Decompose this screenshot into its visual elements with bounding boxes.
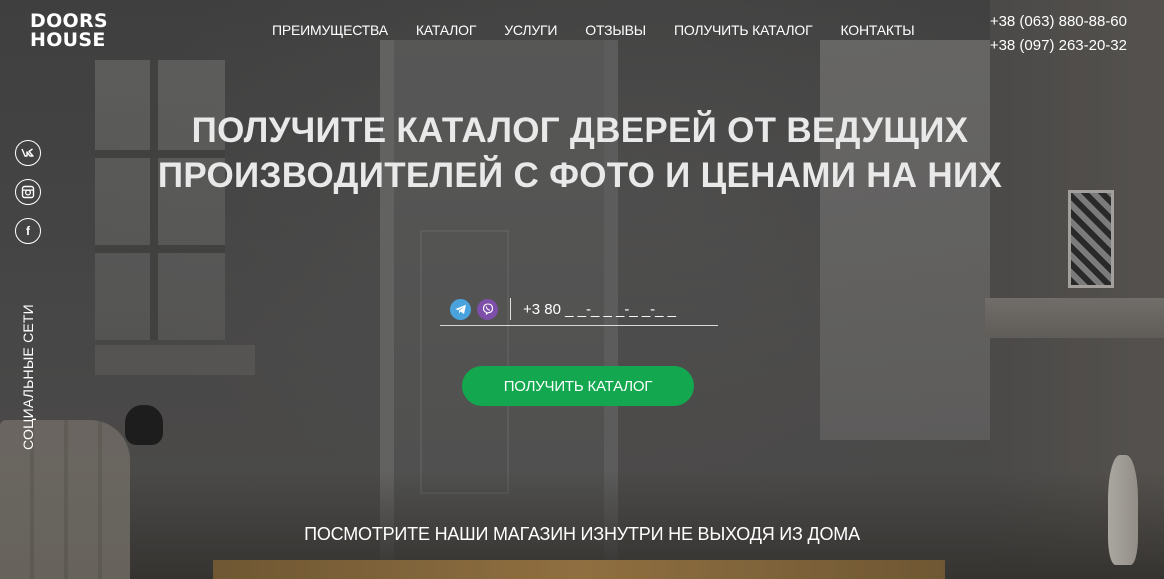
background-window-mullion [150,60,158,340]
viber-icon-glyph [482,303,493,315]
telegram-icon[interactable] [450,298,471,320]
nav-item-services[interactable]: УСЛУГИ [504,22,557,38]
background-bottom-strip [213,560,945,579]
page-title: ПОЛУЧИТЕ КАТАЛОГ ДВЕРЕЙ ОТ ВЕДУЩИХ ПРОИЗ… [130,108,1030,198]
background-vase [125,405,163,445]
facebook-icon[interactable]: f [15,218,41,244]
nav-item-reviews[interactable]: ОТЗЫВЫ [585,22,646,38]
background-overlay [0,0,1164,579]
divider [510,298,511,320]
telegram-icon-glyph [455,304,466,314]
main-nav: ПРЕИМУЩЕСТВА КАТАЛОГ УСЛУГИ ОТЗЫВЫ ПОЛУЧ… [272,22,942,38]
background-window-left [95,60,225,340]
nav-item-advantages[interactable]: ПРЕИМУЩЕСТВА [272,22,388,38]
background-window-right [820,40,990,440]
logo[interactable]: DOORS HOUSE [30,12,108,50]
header-phones: +38 (063) 880-88-60 +38 (097) 263-20-32 [990,10,1127,58]
background-counter [95,345,255,375]
nav-item-contacts[interactable]: КОНТАКТЫ [840,22,914,38]
background-shelf [985,298,1164,338]
phone-link[interactable]: +38 (063) 880-88-60 [990,10,1127,34]
background-door-panel [420,230,509,494]
catalog-request-form [440,293,718,326]
phone-input[interactable] [523,300,703,318]
section-subheading: ПОСМОТРИТЕ НАШИ МАГАЗИН ИЗНУТРИ НЕ ВЫХОД… [304,524,860,544]
viber-icon[interactable] [477,298,498,320]
headline-line: ПРОИЗВОДИТЕЛЕЙ С ФОТО И ЦЕНАМИ НА НИХ [157,156,1003,195]
logo-line: HOUSE [30,29,106,51]
social-links: f [15,140,41,244]
headline-line: ПОЛУЧИТЕ КАТАЛОГ ДВЕРЕЙ ОТ ВЕДУЩИХ [191,111,969,150]
facebook-icon-glyph: f [26,224,30,238]
social-label: СОЦИАЛЬНЫЕ СЕТИ [20,304,36,450]
instagram-icon[interactable] [15,179,41,205]
background-picture-frame [1068,190,1114,288]
background-wall [990,0,1164,579]
background-vase [1108,455,1138,565]
phone-link[interactable]: +38 (097) 263-20-32 [990,34,1127,58]
nav-item-catalog[interactable]: КАТАЛОГ [416,22,477,38]
hero-section: DOORS HOUSE ПРЕИМУЩЕСТВА КАТАЛОГ УСЛУГИ … [0,0,1164,579]
vk-icon[interactable] [15,140,41,166]
phone-row [440,293,718,326]
vk-icon-glyph [21,148,34,157]
background-window-mullion [95,245,225,253]
nav-item-get-catalog[interactable]: ПОЛУЧИТЬ КАТАЛОГ [674,22,813,38]
instagram-icon-glyph [21,185,35,199]
get-catalog-button[interactable]: ПОЛУЧИТЬ КАТАЛОГ [462,366,694,406]
